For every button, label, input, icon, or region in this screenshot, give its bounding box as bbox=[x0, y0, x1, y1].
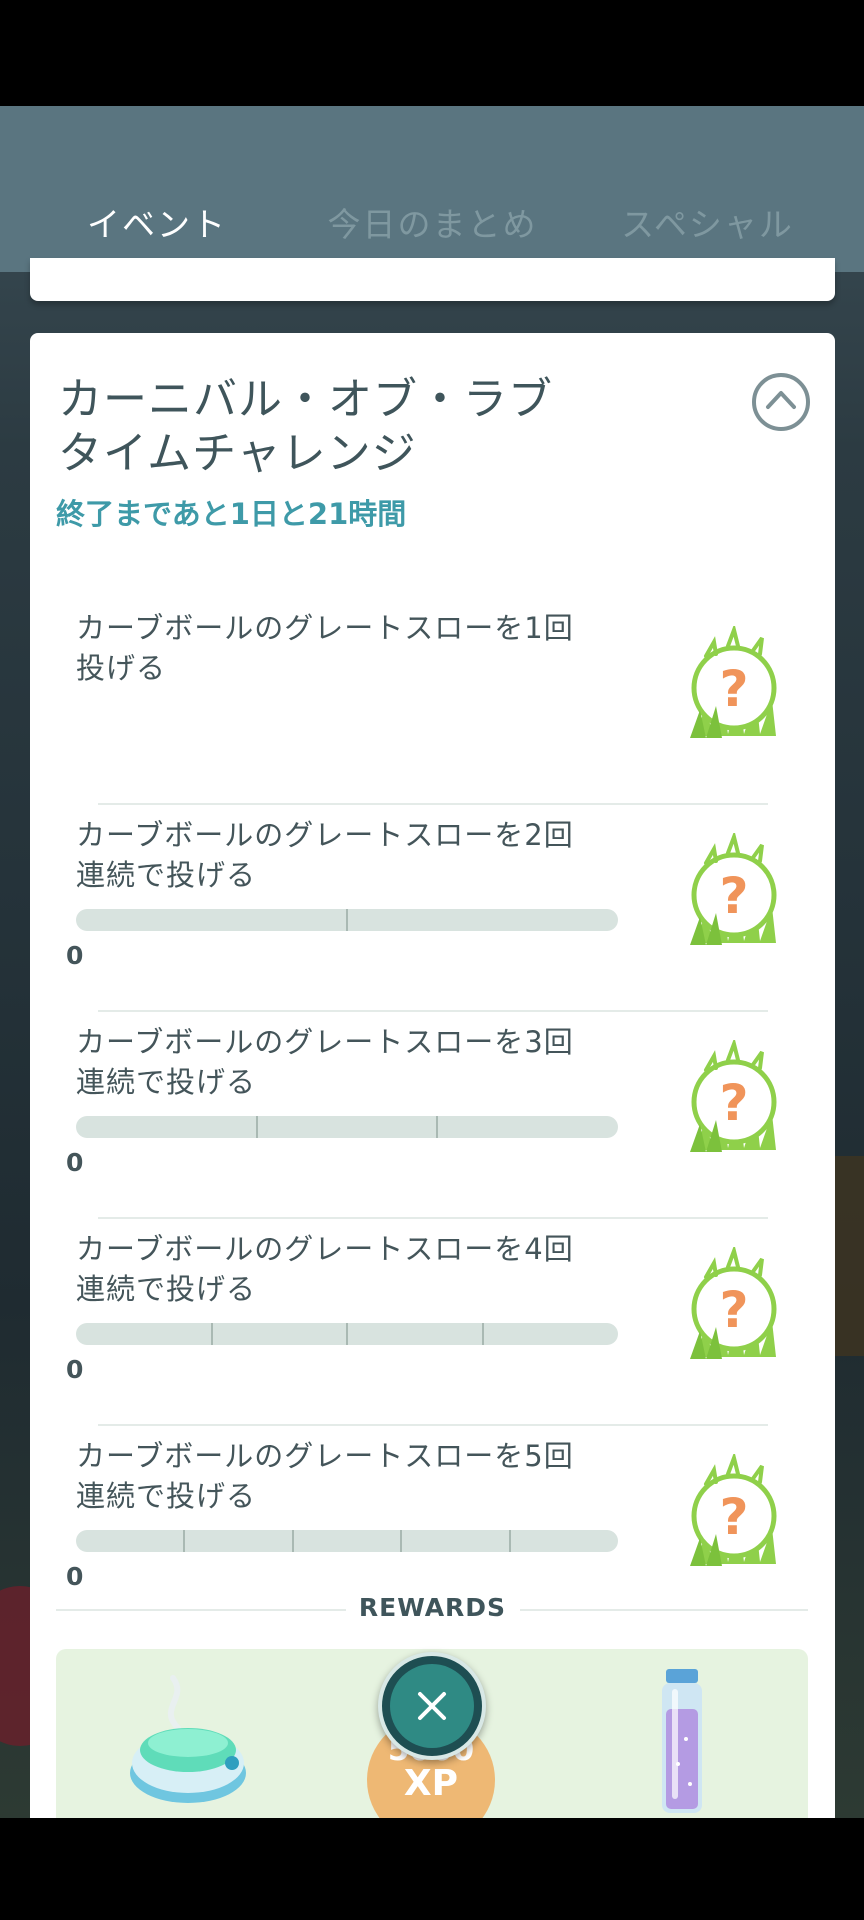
progress-tick bbox=[508, 1530, 511, 1552]
progress-bar bbox=[76, 1116, 618, 1138]
card-title-line1: カーニバル・オブ・ラブ bbox=[58, 374, 553, 425]
task-description: カーブボールのグレートスローを3回 連続で投げる bbox=[76, 1022, 596, 1102]
progress-tick bbox=[436, 1116, 439, 1138]
progress-tick bbox=[400, 1530, 403, 1552]
tab-event[interactable]: イベント bbox=[44, 200, 270, 250]
mystery-encounter-icon: ? bbox=[690, 1454, 777, 1566]
progress-tick bbox=[183, 1530, 186, 1552]
navigation-bar bbox=[0, 1818, 864, 1920]
progress-bar bbox=[76, 1530, 618, 1552]
collapse-button[interactable] bbox=[752, 373, 810, 431]
progress-tick bbox=[291, 1530, 294, 1552]
tab-special[interactable]: スペシャル bbox=[600, 200, 815, 250]
task-divider bbox=[98, 1424, 768, 1426]
svg-text:?: ? bbox=[719, 867, 748, 925]
svg-text:?: ? bbox=[719, 1488, 748, 1546]
task-description-line1: カーブボールのグレートスローを1回 bbox=[76, 611, 574, 645]
task-description-line2: 連続で投げる bbox=[76, 1065, 257, 1099]
task-description: カーブボールのグレートスローを5回 連続で投げる bbox=[76, 1436, 596, 1516]
task-description: カーブボールのグレートスローを4回 連続で投げる bbox=[76, 1229, 596, 1309]
task-description-line2: 連続で投げる bbox=[76, 858, 257, 892]
close-button[interactable] bbox=[378, 1652, 486, 1760]
status-bar bbox=[0, 0, 864, 106]
close-icon bbox=[418, 1692, 446, 1720]
task-divider bbox=[98, 1010, 768, 1012]
task-description: カーブボールのグレートスローを2回 連続で投げる bbox=[76, 815, 596, 895]
progress-tick bbox=[210, 1323, 213, 1345]
task-divider bbox=[98, 1217, 768, 1219]
task-description-line1: カーブボールのグレートスローを2回 bbox=[76, 818, 574, 852]
progress-tick bbox=[255, 1116, 258, 1138]
task-description-line2: 連続で投げる bbox=[76, 1479, 257, 1513]
svg-text:?: ? bbox=[719, 1074, 748, 1132]
progress-tick bbox=[346, 1323, 348, 1345]
progress-value: 0 bbox=[66, 941, 84, 970]
task-row: カーブボールのグレートスローを2回 連続で投げる ? 0 bbox=[30, 815, 835, 1015]
card-title-line2: タイムチャレンジ bbox=[58, 428, 417, 479]
mystery-encounter-icon: ? bbox=[690, 833, 777, 945]
task-description-line1: カーブボールのグレートスローを3回 bbox=[76, 1025, 574, 1059]
card-title: カーニバル・オブ・ラブ タイムチャレンジ bbox=[58, 373, 678, 481]
progress-tick bbox=[481, 1323, 484, 1345]
tab-today-summary[interactable]: 今日のまとめ bbox=[310, 200, 555, 250]
mystery-encounter-icon: ? bbox=[690, 1040, 777, 1152]
mystery-encounter-icon: ? bbox=[690, 626, 777, 738]
task-row: カーブボールのグレートスローを1回 投げる ? bbox=[30, 608, 835, 808]
task-description-line1: カーブボールのグレートスローを5回 bbox=[76, 1439, 574, 1473]
svg-text:?: ? bbox=[719, 660, 748, 718]
stardust-vial-icon bbox=[662, 1669, 702, 1813]
time-remaining: 終了まであと1日と21時間 bbox=[56, 497, 407, 531]
task-description-line2: 連続で投げる bbox=[76, 1272, 257, 1306]
progress-bar bbox=[76, 1323, 618, 1345]
task-row: カーブボールのグレートスローを3回 連続で投げる ? 0 bbox=[30, 1022, 835, 1222]
incense-icon bbox=[130, 1675, 246, 1803]
close-button-inner bbox=[390, 1664, 474, 1748]
task-description: カーブボールのグレートスローを1回 投げる bbox=[76, 608, 596, 688]
progress-value: 0 bbox=[66, 1562, 84, 1591]
progress-value: 0 bbox=[66, 1355, 84, 1384]
mystery-encounter-icon: ? bbox=[690, 1247, 777, 1359]
task-description-line2: 投げる bbox=[76, 651, 167, 685]
progress-value: 0 bbox=[66, 1148, 84, 1177]
chevron-up-icon bbox=[766, 391, 796, 409]
xp-unit: XP bbox=[403, 1763, 459, 1804]
task-divider bbox=[98, 803, 768, 805]
task-row: カーブボールのグレートスローを4回 連続で投げる ? 0 bbox=[30, 1229, 835, 1429]
svg-text:?: ? bbox=[719, 1281, 748, 1339]
task-description-line1: カーブボールのグレートスローを4回 bbox=[76, 1232, 574, 1266]
rewards-label: REWARDS bbox=[358, 1593, 507, 1622]
progress-bar bbox=[76, 909, 618, 931]
research-card: カーニバル・オブ・ラブ タイムチャレンジ 終了まであと1日と21時間 カーブボー… bbox=[30, 333, 835, 1818]
previous-card bbox=[30, 258, 835, 301]
progress-tick bbox=[346, 909, 348, 931]
